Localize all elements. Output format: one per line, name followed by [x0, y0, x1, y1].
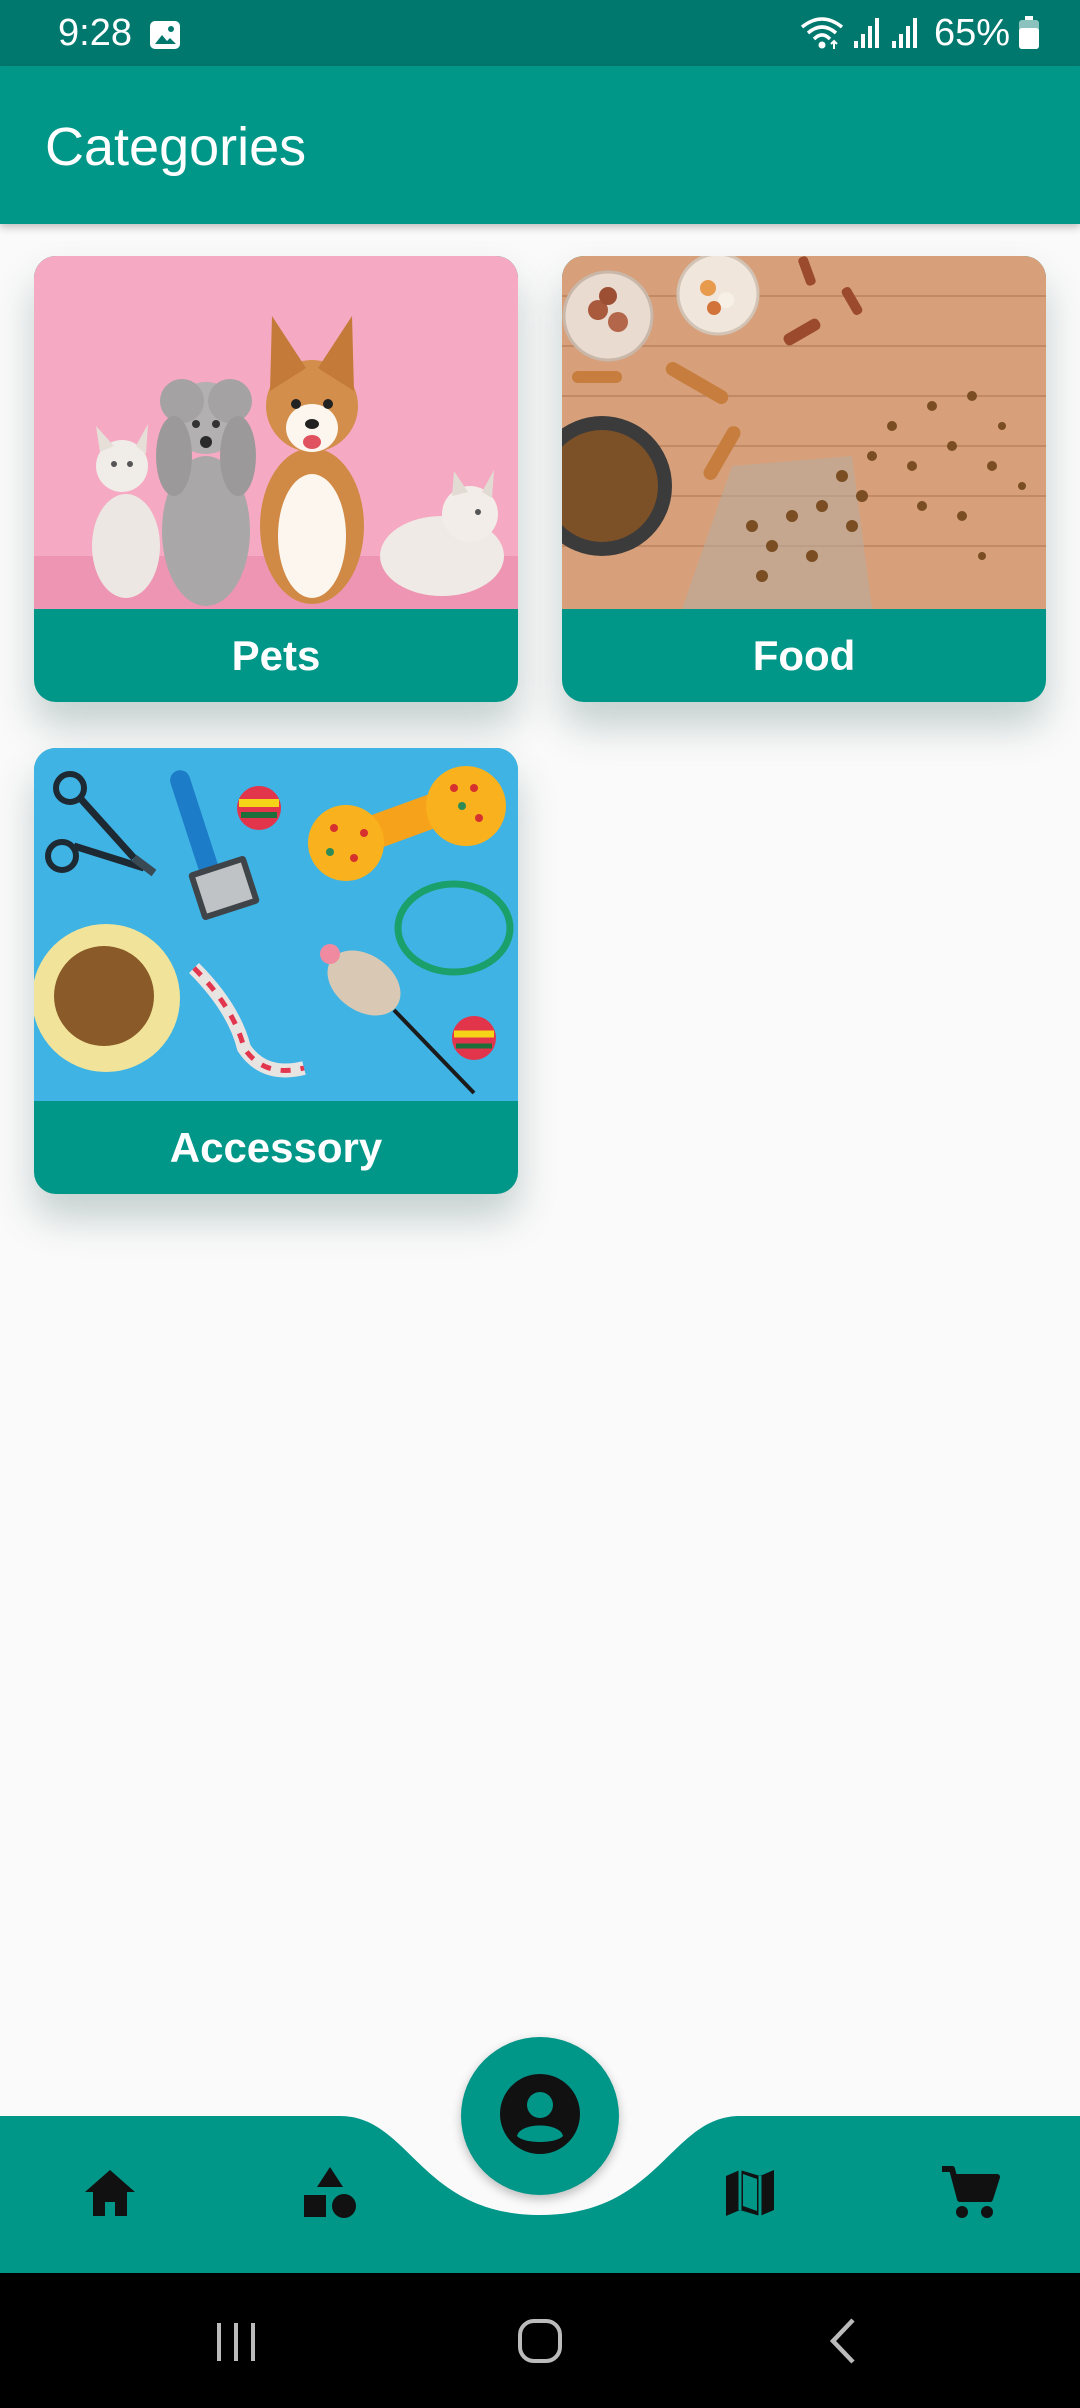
- accessory-image: [34, 748, 518, 1101]
- home-icon: [516, 2317, 564, 2370]
- poodle-figure: [156, 379, 256, 606]
- nav-cart[interactable]: [910, 2135, 1030, 2255]
- treat-bowl: [562, 270, 654, 362]
- food-bowl: [54, 946, 154, 1046]
- signal-icon: [890, 17, 920, 49]
- recents-button[interactable]: [191, 2303, 281, 2383]
- signal-icon: [852, 17, 882, 49]
- battery-percent: 65%: [933, 11, 1010, 54]
- back-button[interactable]: [797, 2303, 887, 2383]
- categories-icon: [301, 2165, 359, 2226]
- pets-image: [34, 256, 518, 609]
- status-bar: 9:28 65%: [0, 0, 1080, 66]
- back-icon: [825, 2316, 859, 2371]
- nav-home[interactable]: [50, 2135, 170, 2255]
- wifi-icon: [800, 15, 844, 51]
- treat-bowl: [676, 256, 760, 336]
- map-icon: [722, 2166, 778, 2225]
- nav-map[interactable]: [690, 2135, 810, 2255]
- app-bar: Categories: [0, 66, 1080, 224]
- category-label: Pets: [231, 631, 321, 679]
- status-indicators: 65%: [800, 12, 1040, 54]
- category-label: Food: [752, 631, 856, 679]
- category-card-food[interactable]: Food: [562, 256, 1046, 702]
- cart-icon: [940, 2165, 1000, 2226]
- category-card-accessory[interactable]: Accessory: [34, 748, 518, 1194]
- category-label: Accessory: [169, 1123, 383, 1171]
- profile-button[interactable]: [461, 2037, 619, 2195]
- system-home-button[interactable]: [495, 2303, 585, 2383]
- gallery-icon: [148, 19, 182, 56]
- battery-icon: [1018, 16, 1040, 50]
- category-card-pets[interactable]: Pets: [34, 256, 518, 702]
- system-navigation-bar: [0, 2273, 1080, 2408]
- status-time: 9:28: [58, 12, 132, 54]
- nav-categories[interactable]: [270, 2135, 390, 2255]
- home-icon: [82, 2167, 138, 2224]
- bottom-navigation: [0, 2030, 1080, 2273]
- recents-icon: [211, 2319, 261, 2368]
- food-image: [562, 256, 1046, 609]
- profile-icon: [498, 2072, 582, 2161]
- page-title: Categories: [45, 117, 307, 177]
